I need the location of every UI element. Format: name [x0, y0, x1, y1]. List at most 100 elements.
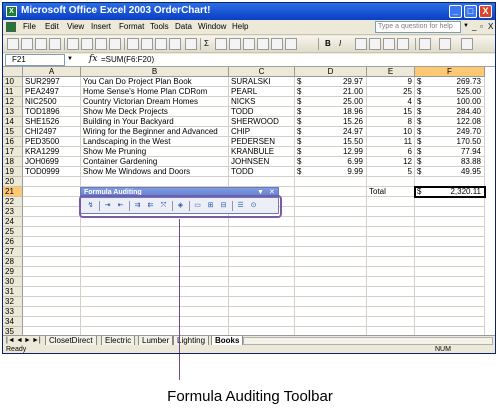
cell-e31[interactable] [367, 287, 415, 297]
cell-b30[interactable] [81, 277, 229, 287]
cell-e33[interactable] [367, 307, 415, 317]
cell-e22[interactable] [367, 197, 415, 207]
cell-b17[interactable]: Show Me Pruning [81, 147, 229, 157]
cell-c32[interactable] [229, 297, 295, 307]
cell-b10[interactable]: You Can Do Project Plan Book [81, 77, 229, 87]
cell-c26[interactable] [229, 237, 295, 247]
cell-f18[interactable]: $83.88 [415, 157, 485, 167]
cell-e26[interactable] [367, 237, 415, 247]
align-right-icon[interactable] [383, 38, 395, 50]
menu-window[interactable]: Window [198, 22, 226, 31]
redo-icon[interactable] [185, 38, 197, 50]
formula-auditing-title[interactable]: Formula Auditing [81, 188, 278, 198]
row-header[interactable]: 17 [3, 147, 23, 157]
cell-f13[interactable]: $284.40 [415, 107, 485, 117]
cell-f34[interactable] [415, 317, 485, 327]
row-header[interactable]: 27 [3, 247, 23, 257]
italic-button[interactable]: I [339, 39, 341, 48]
column-header-a[interactable]: A [23, 67, 81, 77]
cell-f35[interactable] [415, 327, 485, 335]
cell-f29[interactable] [415, 267, 485, 277]
cell-b26[interactable] [81, 237, 229, 247]
remove-all-arrows-icon[interactable]: ⤧ [158, 201, 169, 211]
cell-e24[interactable] [367, 217, 415, 227]
cut-icon[interactable] [127, 38, 139, 50]
row-header[interactable]: 33 [3, 307, 23, 317]
cell-f10[interactable]: $269.73 [415, 77, 485, 87]
cell-a28[interactable] [23, 257, 81, 267]
row-header[interactable]: 30 [3, 277, 23, 287]
cell-b25[interactable] [81, 227, 229, 237]
row-header[interactable]: 29 [3, 267, 23, 277]
cell-e11[interactable]: 25 [367, 87, 415, 97]
cell-a34[interactable] [23, 317, 81, 327]
cell-a16[interactable]: PED3500 [23, 137, 81, 147]
cell-c33[interactable] [229, 307, 295, 317]
cell-b29[interactable] [81, 267, 229, 277]
cell-b12[interactable]: Country Victorian Dream Homes [81, 97, 229, 107]
cell-c31[interactable] [229, 287, 295, 297]
cell-b19[interactable]: Show Me Windows and Doors [81, 167, 229, 177]
cell-f14[interactable]: $122.08 [415, 117, 485, 127]
cell-b13[interactable]: Show Me Deck Projects [81, 107, 229, 117]
name-box[interactable]: F21 [5, 54, 65, 66]
cell-f27[interactable] [415, 247, 485, 257]
menu-insert[interactable]: Insert [91, 22, 111, 31]
row-header[interactable]: 23 [3, 207, 23, 217]
cell-b34[interactable] [81, 317, 229, 327]
cell-c14[interactable]: SHERWOOD [229, 117, 295, 127]
cell-b15[interactable]: Wiring for the Beginner and Advanced [81, 127, 229, 137]
evaluate-formula-icon[interactable]: ⊙ [248, 201, 259, 211]
column-header-e[interactable]: E [367, 67, 415, 77]
row-header[interactable]: 25 [3, 227, 23, 237]
save-icon[interactable] [35, 38, 47, 50]
close-icon[interactable]: ✕ [269, 188, 275, 198]
row-header[interactable]: 20 [3, 177, 23, 187]
cell-d26[interactable] [295, 237, 367, 247]
column-header-f[interactable]: F [415, 67, 485, 77]
row-header[interactable]: 12 [3, 97, 23, 107]
row-header[interactable]: 28 [3, 257, 23, 267]
doc-minimize-button[interactable]: _ [472, 22, 476, 31]
zoom-icon[interactable] [271, 38, 283, 50]
select-all-corner[interactable] [3, 67, 23, 77]
cell-a32[interactable] [23, 297, 81, 307]
cell-c12[interactable]: NICKS [229, 97, 295, 107]
cell-a20[interactable] [23, 177, 81, 187]
cell-f22[interactable] [415, 197, 485, 207]
cell-f15[interactable]: $249.70 [415, 127, 485, 137]
cell-c13[interactable]: TODD [229, 107, 295, 117]
cell-c25[interactable] [229, 227, 295, 237]
new-icon[interactable] [7, 38, 19, 50]
show-watch-window-icon[interactable]: ☰ [235, 201, 246, 211]
column-header-c[interactable]: C [229, 67, 295, 77]
cell-a27[interactable] [23, 247, 81, 257]
cell-c16[interactable]: PEDERSEN [229, 137, 295, 147]
cell-c24[interactable] [229, 217, 295, 227]
cell-b11[interactable]: Home Sense's Home Plan CDRom [81, 87, 229, 97]
cell-a26[interactable] [23, 237, 81, 247]
cell-e30[interactable] [367, 277, 415, 287]
cell-d29[interactable] [295, 267, 367, 277]
research-icon[interactable] [109, 38, 121, 50]
doc-close-button[interactable]: X [488, 22, 493, 31]
cell-c19[interactable]: TODD [229, 167, 295, 177]
merge-center-icon[interactable] [397, 38, 409, 50]
cell-a18[interactable]: JOH0699 [23, 157, 81, 167]
cell-e27[interactable] [367, 247, 415, 257]
cell-a15[interactable]: CHI2497 [23, 127, 81, 137]
help-search-input[interactable]: Type a question for help [375, 21, 461, 33]
copy-icon[interactable] [141, 38, 153, 50]
sort-ascending-icon[interactable] [215, 38, 227, 50]
cell-d11[interactable]: $21.00 [295, 87, 367, 97]
row-header[interactable]: 19 [3, 167, 23, 177]
chevron-down-icon[interactable]: ▼ [463, 23, 469, 29]
print-preview-icon[interactable] [81, 38, 93, 50]
trace-dependents-icon[interactable]: ⇉ [132, 201, 143, 211]
cell-f33[interactable] [415, 307, 485, 317]
cell-d12[interactable]: $25.00 [295, 97, 367, 107]
menu-data[interactable]: Data [175, 22, 192, 31]
column-header-b[interactable]: B [81, 67, 229, 77]
cell-d18[interactable]: $6.99 [295, 157, 367, 167]
cell-f24[interactable] [415, 217, 485, 227]
